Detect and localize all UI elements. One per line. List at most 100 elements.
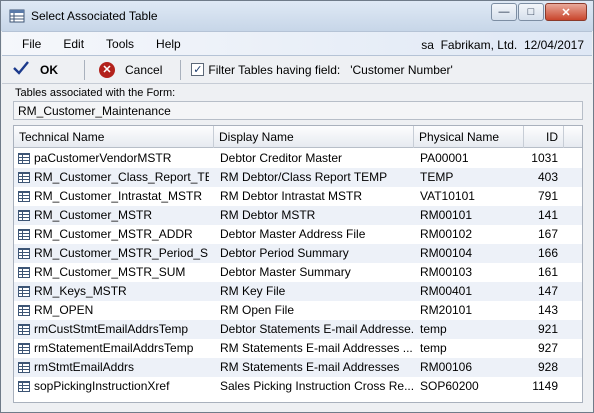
technical-name-cell: rmStatementEmailAddrsTemp (34, 341, 194, 355)
ok-button[interactable]: OK (2, 59, 78, 81)
id-cell: 143 (537, 303, 558, 317)
display-name-cell: Debtor Statements E-mail Addresse... (220, 322, 415, 336)
table-row[interactable]: sopPickingInstructionXref Sales Picking I… (14, 377, 582, 396)
table-row[interactable]: rmStmtEmailAddrs RM Statements E-mail Add… (14, 358, 582, 377)
table-icon (18, 248, 30, 259)
cancel-icon: ✕ (99, 61, 115, 78)
table-row[interactable]: RM_Customer_MSTR_SUM Debtor Master Summar… (14, 263, 582, 282)
technical-name-cell: paCustomerVendorMSTR (34, 151, 172, 165)
select-associated-table-window: Select Associated Table — □ ✕ File Edit … (0, 0, 594, 413)
menu-bar: File Edit Tools Help sa Fabrikam, Ltd. 1… (2, 31, 592, 56)
physical-name-cell: RM00101 (420, 208, 473, 222)
window-app-icon (9, 8, 25, 24)
display-name-cell: RM Open File (220, 303, 295, 317)
minimize-icon: — (498, 6, 510, 18)
menu-tools[interactable]: Tools (95, 37, 145, 51)
id-cell: 921 (537, 322, 558, 336)
table-icon (18, 229, 30, 240)
form-name-field: RM_Customer_Maintenance (13, 101, 583, 120)
physical-name-cell: RM00401 (420, 284, 473, 298)
display-name-cell: RM Debtor/Class Report TEMP (220, 170, 388, 184)
physical-name-cell: temp (420, 322, 447, 336)
table-icon (18, 286, 30, 297)
toolbar-separator (180, 59, 182, 80)
physical-name-cell: TEMP (420, 170, 454, 184)
close-button[interactable]: ✕ (545, 3, 587, 21)
id-cell: 927 (537, 341, 558, 355)
filter-tables-checkbox[interactable]: ✓ Filter Tables having field: 'Customer … (187, 59, 456, 81)
table-row[interactable]: RM_Customer_Intrastat_MSTR RM Debtor Intr… (14, 187, 582, 206)
id-cell: 928 (537, 360, 558, 374)
table-icon (18, 362, 30, 373)
table-icon (18, 153, 30, 164)
physical-name-cell: RM00103 (420, 265, 473, 279)
maximize-button[interactable]: □ (518, 3, 544, 21)
technical-name-cell: RM_Keys_MSTR (34, 284, 127, 298)
physical-name-cell: PA00001 (420, 151, 469, 165)
window-controls: — □ ✕ (490, 3, 587, 21)
grid-rows: paCustomerVendorMSTR Debtor Creditor Mast… (14, 149, 582, 396)
filter-label: Filter Tables having field: (208, 62, 341, 77)
table-row[interactable]: RM_Customer_MSTR RM Debtor MSTR RM00101 141 (14, 206, 582, 225)
display-name-cell: RM Statements E-mail Addresses (220, 360, 400, 374)
cancel-label: Cancel (125, 62, 163, 77)
table-row[interactable]: rmStatementEmailAddrsTemp RM Statements E… (14, 339, 582, 358)
column-id[interactable]: ID (524, 126, 564, 148)
physical-name-cell: VAT10101 (420, 189, 475, 203)
table-icon (18, 172, 30, 183)
minimize-button[interactable]: — (491, 3, 517, 21)
table-icon (18, 210, 30, 221)
title-bar: Select Associated Table — □ ✕ (1, 1, 593, 31)
technical-name-cell: rmCustStmtEmailAddrsTemp (34, 322, 189, 336)
table-icon (18, 191, 30, 202)
display-name-cell: Debtor Master Address File (220, 227, 366, 241)
technical-name-cell: RM_OPEN (34, 303, 94, 317)
technical-name-cell: RM_Customer_MSTR (34, 208, 153, 222)
id-cell: 166 (537, 246, 558, 260)
column-physical-name[interactable]: Physical Name (414, 126, 524, 148)
table-row[interactable]: RM_Customer_MSTR_ADDR Debtor Master Addre… (14, 225, 582, 244)
checkmark-icon (12, 60, 30, 79)
id-cell: 141 (537, 208, 558, 222)
table-row[interactable]: RM_Customer_Class_Report_TE... RM Debtor/… (14, 168, 582, 187)
display-name-cell: RM Key File (220, 284, 286, 298)
column-display-name[interactable]: Display Name (214, 126, 414, 148)
window-title: Select Associated Table (31, 9, 158, 23)
physical-name-cell: RM00104 (420, 246, 473, 260)
table-row[interactable]: paCustomerVendorMSTR Debtor Creditor Mast… (14, 149, 582, 168)
physical-name-cell: RM20101 (420, 303, 473, 317)
display-name-cell: RM Debtor Intrastat MSTR (220, 189, 363, 203)
checkbox-checked-icon: ✓ (191, 63, 205, 76)
id-cell: 147 (537, 284, 558, 298)
filter-field-name: 'Customer Number' (350, 62, 453, 77)
display-name-cell: Debtor Creditor Master (220, 151, 343, 165)
physical-name-cell: SOP60200 (420, 379, 479, 393)
technical-name-cell: RM_Customer_MSTR_ADDR (34, 227, 193, 241)
id-cell: 791 (537, 189, 558, 203)
technical-name-cell: rmStmtEmailAddrs (34, 360, 135, 374)
maximize-icon: □ (527, 6, 535, 18)
physical-name-cell: RM00106 (420, 360, 473, 374)
id-cell: 1149 (532, 379, 558, 393)
table-icon (18, 343, 30, 354)
ok-label: OK (40, 62, 58, 77)
table-row[interactable]: rmCustStmtEmailAddrsTemp Debtor Statement… (14, 320, 582, 339)
id-cell: 161 (537, 265, 558, 279)
cancel-button[interactable]: ✕ Cancel (91, 59, 166, 81)
table-row[interactable]: RM_Keys_MSTR RM Key File RM00401 147 (14, 282, 582, 301)
table-row[interactable]: RM_Customer_MSTR_Period_S... Debtor Perio… (14, 244, 582, 263)
menu-edit[interactable]: Edit (52, 37, 95, 51)
display-name-cell: Sales Picking Instruction Cross Re... (220, 379, 415, 393)
menu-help[interactable]: Help (145, 37, 192, 51)
display-name-cell: Debtor Period Summary (220, 246, 349, 260)
technical-name-cell: RM_Customer_MSTR_SUM (34, 265, 186, 279)
table-icon (18, 324, 30, 335)
technical-name-cell: RM_Customer_Class_Report_TE... (34, 170, 209, 184)
menu-file[interactable]: File (2, 37, 52, 51)
grid-header: Technical Name Display Name Physical Nam… (14, 126, 582, 148)
technical-name-cell: RM_Customer_Intrastat_MSTR (34, 189, 203, 203)
id-cell: 403 (537, 170, 558, 184)
column-technical-name[interactable]: Technical Name (14, 126, 214, 148)
table-row[interactable]: RM_OPEN RM Open File RM20101 143 (14, 301, 582, 320)
id-cell: 167 (537, 227, 558, 241)
